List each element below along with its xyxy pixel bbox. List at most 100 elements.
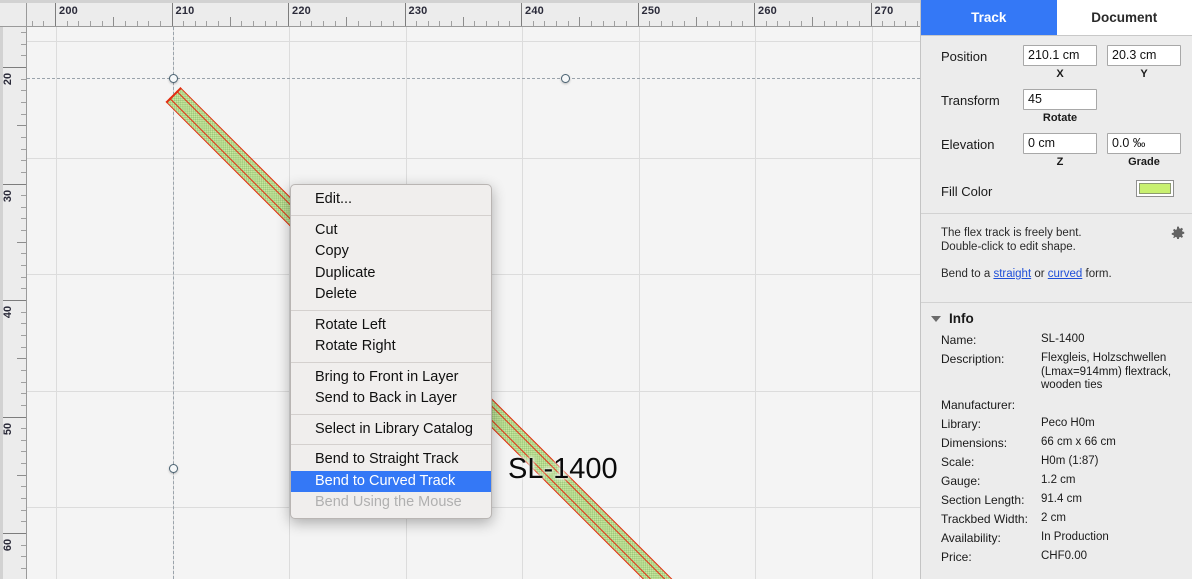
menu-item-bend-to-straight-track[interactable]: Bend to Straight Track xyxy=(291,449,491,471)
ruler-tick-minor-v xyxy=(21,382,26,383)
ruler-tick-minor xyxy=(777,21,778,26)
tab-track[interactable]: Track xyxy=(921,0,1057,35)
ruler-corner-shade xyxy=(0,0,27,3)
info-row: Section Length: 91.4 cm xyxy=(921,493,1192,507)
ruler-tick-major xyxy=(521,3,522,26)
info-row-key: Description: xyxy=(941,352,1005,366)
menu-item-copy[interactable]: Copy xyxy=(291,241,491,263)
gear-icon[interactable] xyxy=(1170,226,1186,242)
transform-rotate-input[interactable]: 45 xyxy=(1023,89,1097,110)
ruler-label-h: 230 xyxy=(408,5,428,17)
menu-item-bring-to-front-in-layer[interactable]: Bring to Front in Layer xyxy=(291,367,491,389)
transform-row: Transform 45 Rotate xyxy=(921,89,1192,124)
inspector-tabbar[interactable]: Track Document xyxy=(921,0,1192,36)
info-row: Gauge: 1.2 cm xyxy=(921,474,1192,488)
ruler-tick-minor xyxy=(603,21,604,26)
ruler-tick-minor xyxy=(649,21,650,26)
info-section-header[interactable]: Info xyxy=(921,311,1192,326)
ruler-tick-minor xyxy=(358,21,359,26)
guide-horizontal[interactable] xyxy=(27,78,920,79)
ruler-tick-minor xyxy=(323,21,324,26)
ruler-tick-minor xyxy=(206,21,207,26)
ruler-label-h: 210 xyxy=(175,5,195,17)
menu-item-cut[interactable]: Cut xyxy=(291,220,491,242)
horizontal-ruler[interactable]: 200 210 220 230 240 250 260 270 xyxy=(0,0,920,27)
info-row-key: Section Length: xyxy=(941,492,1025,507)
ruler-tick-minor-v xyxy=(21,32,26,33)
ruler-corner[interactable] xyxy=(0,0,27,27)
menu-item-bend-to-curved-track[interactable]: Bend to Curved Track xyxy=(291,470,491,492)
ruler-tick-major xyxy=(404,3,406,26)
ruler-tick-minor-v xyxy=(21,137,26,138)
fill-color-swatch[interactable] xyxy=(1136,180,1174,197)
ruler-tick-minor-v xyxy=(21,335,26,336)
ruler-tick-major xyxy=(637,3,639,26)
ruler-tick-minor xyxy=(847,21,848,26)
info-rows: Name: SL-1400 Description: Flexgleis, Holzs… xyxy=(921,333,1192,564)
info-row-value: Peco H0m xyxy=(1041,416,1095,429)
app-window: SL-1400 200 210 220 230 240 250 260 270 20 30 40 5… xyxy=(0,0,1192,579)
menu-item-rotate-left[interactable]: Rotate Left xyxy=(291,315,491,337)
info-section: Info Name: SL-1400 Description: Flexgleis, … xyxy=(921,302,1192,564)
tab-document[interactable]: Document xyxy=(1056,0,1192,35)
tab-track-label: Track xyxy=(971,10,1007,25)
ruler-tick-minor-v xyxy=(21,55,26,56)
menu-item-select-in-library-catalog[interactable]: Select in Library Catalog xyxy=(291,419,491,441)
menu-item-rotate-right[interactable]: Rotate Right xyxy=(291,336,491,358)
info-row-value: 91.4 cm xyxy=(1041,492,1082,505)
info-row: Scale: H0m (1:87) xyxy=(921,455,1192,469)
ruler-tick-minor-v xyxy=(21,288,26,289)
ruler-tick-minor xyxy=(509,21,510,26)
menu-item-edit[interactable]: Edit... xyxy=(291,189,491,211)
guide-handle[interactable] xyxy=(169,74,178,83)
ruler-tick-minor-v xyxy=(21,347,26,348)
info-row: Description: Flexgleis, Holzschwellen (Lm… xyxy=(921,352,1192,393)
elevation-z-input[interactable]: 0 cm xyxy=(1023,133,1097,154)
fill-color-label: Fill Color xyxy=(941,184,993,199)
track-label: SL-1400 xyxy=(508,453,618,485)
ruler-tick-minor xyxy=(707,21,708,26)
position-x-input[interactable]: 210.1 cm xyxy=(1023,45,1097,66)
info-row-key: Name: xyxy=(941,333,977,347)
position-y-group: 20.3 cm Y xyxy=(1107,45,1181,80)
info-row-value: Flexgleis, Holzschwellen (Lmax=914mm) fl… xyxy=(1041,352,1172,391)
info-row: Dimensions: 66 cm x 66 cm xyxy=(921,436,1192,450)
vertical-ruler[interactable]: 20 30 40 50 60 xyxy=(0,27,27,579)
ruler-tick-minor xyxy=(719,21,720,26)
ruler-tick-minor xyxy=(241,21,242,26)
ruler-tick-minor-v xyxy=(21,102,26,103)
menu-item-delete[interactable]: Delete xyxy=(291,284,491,306)
bend-straight-link[interactable]: straight xyxy=(993,268,1031,280)
ruler-tick-minor-v xyxy=(21,265,26,266)
menu-item-send-to-back-in-layer[interactable]: Send to Back in Layer xyxy=(291,388,491,410)
ruler-tick-minor xyxy=(451,21,452,26)
elevation-z-sublabel: Z xyxy=(1056,156,1064,168)
chevron-down-icon[interactable] xyxy=(931,315,941,322)
bend-curved-link[interactable]: curved xyxy=(1048,268,1083,280)
ruler-label-v: 40 xyxy=(2,305,14,319)
ruler-tick-minor xyxy=(696,17,697,26)
guide-handle[interactable] xyxy=(169,464,178,473)
guide-handle[interactable] xyxy=(561,74,570,83)
info-row-value: In Production xyxy=(1041,530,1109,543)
position-y-input[interactable]: 20.3 cm xyxy=(1107,45,1181,66)
ruler-tick-minor xyxy=(789,21,790,26)
ruler-tick-minor-v xyxy=(21,486,26,487)
ruler-tick-minor xyxy=(78,21,79,26)
gridline-vertical xyxy=(872,27,873,579)
ruler-tick-minor-v xyxy=(21,277,26,278)
info-row-key: Price: xyxy=(941,549,972,564)
ruler-tick-minor xyxy=(439,21,440,26)
info-row-key: Manufacturer: xyxy=(941,397,1016,412)
ruler-label-h: 250 xyxy=(641,5,661,17)
ruler-tick-minor xyxy=(905,21,906,26)
ruler-tick-minor xyxy=(859,21,860,26)
ruler-label-h: 270 xyxy=(874,5,894,17)
ruler-label-v: 60 xyxy=(2,538,14,552)
info-row: Library: Peco H0m xyxy=(921,417,1192,431)
ruler-tick-minor-v xyxy=(21,79,26,80)
menu-item-duplicate[interactable]: Duplicate xyxy=(291,263,491,285)
ruler-tick-minor-v xyxy=(17,358,26,359)
elevation-grade-input[interactable]: 0.0 ‰ xyxy=(1107,133,1181,154)
context-menu[interactable]: Edit... Cut Copy Duplicate Delete Rotate Left… xyxy=(290,184,492,519)
